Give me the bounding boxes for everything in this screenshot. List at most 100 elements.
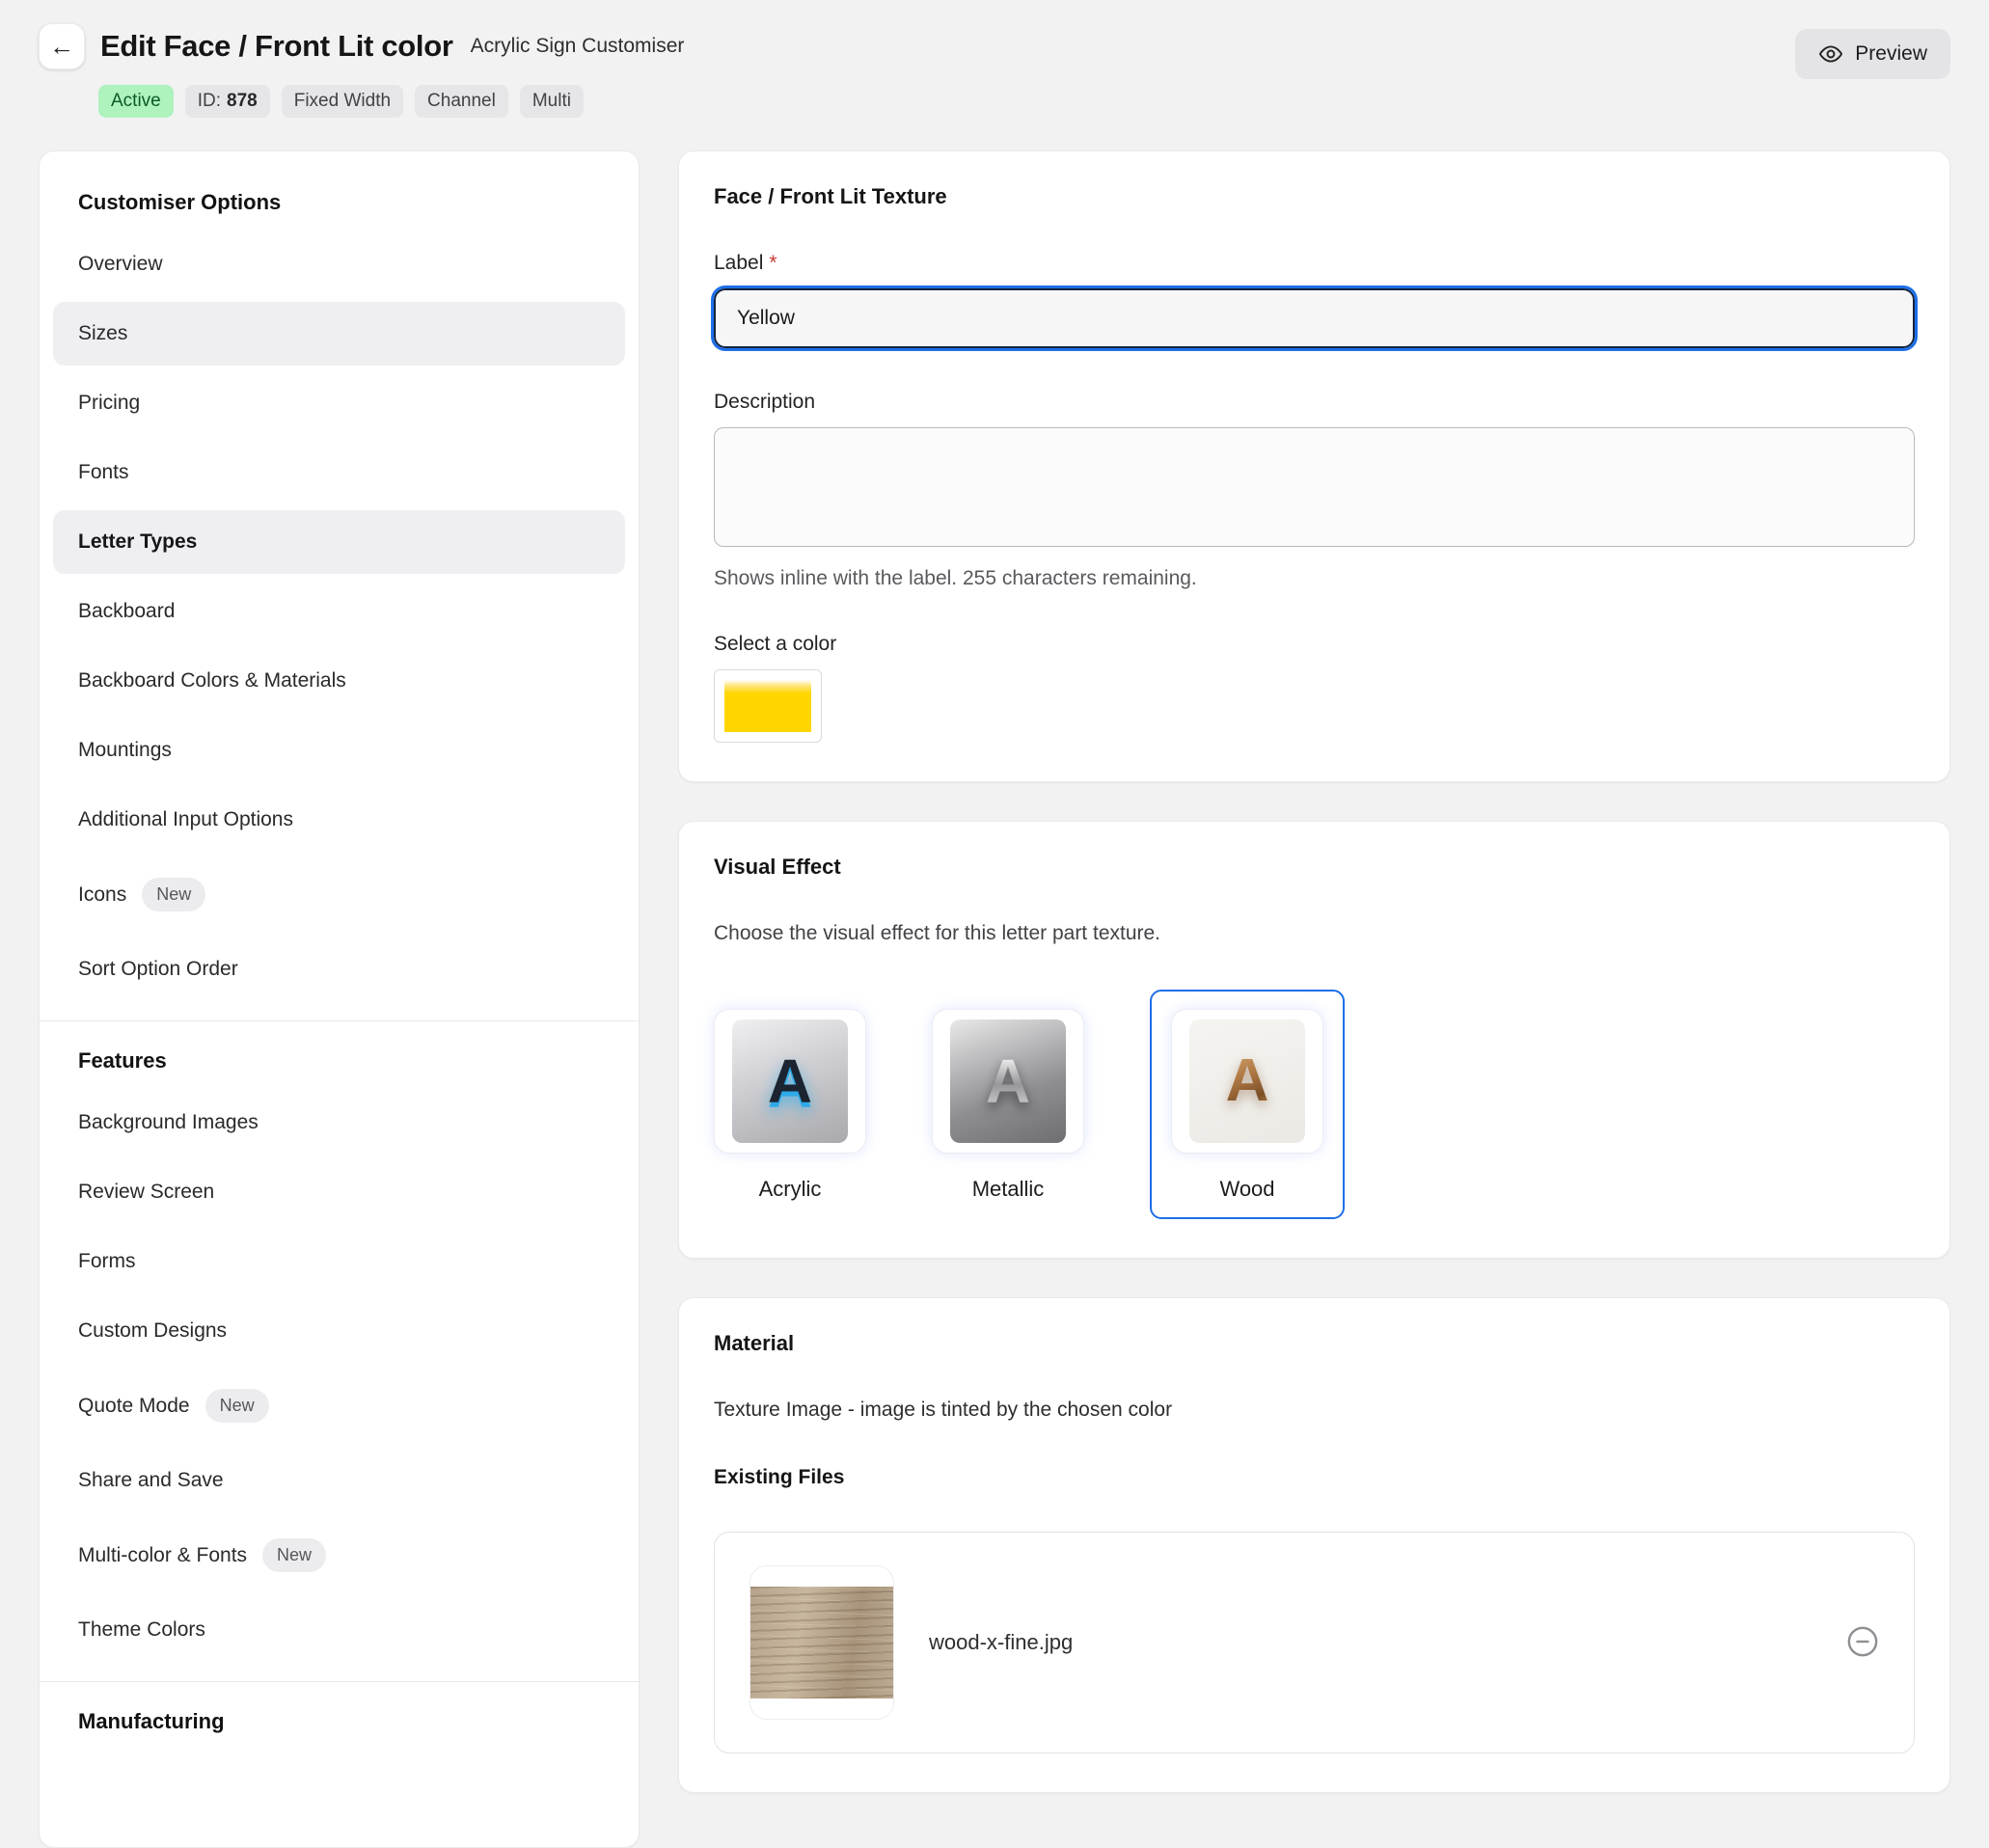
letter-a-glyph: A — [767, 1046, 813, 1116]
material-card: Material Texture Image - image is tinted… — [678, 1297, 1950, 1793]
sidebar-item-label: Theme Colors — [78, 1618, 205, 1641]
eye-icon — [1818, 41, 1843, 67]
sidebar-heading-manufacturing: Manufacturing — [78, 1709, 225, 1733]
wood-thumbnail-frame: A — [1171, 1009, 1323, 1154]
effect-option-wood-selected[interactable]: A Wood — [1150, 990, 1345, 1219]
sidebar-item-label: Share and Save — [78, 1469, 224, 1491]
sidebar-item-multi-color-fonts[interactable]: Multi-color & Fonts New — [53, 1518, 625, 1592]
file-thumbnail-frame — [749, 1565, 894, 1720]
letter-a-glyph: A — [985, 1046, 1031, 1116]
effect-option-label: Wood — [1219, 1177, 1275, 1201]
sidebar-item-quote-mode[interactable]: Quote Mode New — [53, 1369, 625, 1443]
effect-option-label: Acrylic — [758, 1177, 822, 1201]
metallic-thumbnail-frame: A — [932, 1009, 1084, 1154]
sidebar-item-label: Custom Designs — [78, 1319, 228, 1342]
existing-files-heading: Existing Files — [714, 1466, 845, 1488]
sidebar-item-background-images[interactable]: Background Images — [53, 1091, 625, 1155]
label-field-label: Label * — [714, 252, 1915, 275]
sidebar-item-label: Multi-color & Fonts — [78, 1543, 248, 1566]
file-name: wood-x-fine.jpg — [929, 1630, 1074, 1654]
sidebar-item-icons[interactable]: Icons New — [53, 857, 625, 932]
sidebar-item-theme-colors[interactable]: Theme Colors — [53, 1598, 625, 1662]
badge-channel: Channel — [415, 85, 508, 118]
texture-card: Face / Front Lit Texture Label* Descript… — [678, 150, 1950, 782]
new-badge: New — [142, 878, 206, 911]
wood-letter-thumbnail: A — [1189, 1019, 1305, 1143]
sidebar-item-label: Review Screen — [78, 1181, 215, 1203]
sidebar-item-label: Sizes — [78, 322, 128, 344]
sidebar-item-sizes[interactable]: Sizes — [53, 302, 625, 366]
visual-effect-heading: Visual Effect — [714, 855, 841, 879]
new-badge: New — [204, 1389, 269, 1423]
page-subtitle: Acrylic Sign Customiser — [470, 35, 685, 57]
sidebar-divider — [40, 1020, 639, 1021]
new-badge: New — [262, 1538, 327, 1572]
back-button[interactable]: ← — [39, 23, 85, 69]
sidebar-item-custom-designs[interactable]: Custom Designs — [53, 1299, 625, 1363]
app-header: ← Edit Face / Front Lit color Acrylic Si… — [0, 0, 1989, 118]
color-picker-label: Select a color — [714, 633, 837, 655]
sidebar-item-letter-types[interactable]: Letter Types — [53, 510, 625, 574]
badge-multi: Multi — [519, 85, 584, 118]
letter-a-glyph: A — [1225, 1047, 1269, 1114]
acrylic-letter-thumbnail: A — [732, 1019, 848, 1143]
page-root: { "header": { "title": "Edit Face / Fron… — [0, 0, 1989, 1848]
sidebar-item-mountings[interactable]: Mountings — [53, 719, 625, 782]
id-badge: ID: 878 — [184, 85, 270, 118]
sidebar-item-additional-input-options[interactable]: Additional Input Options — [53, 788, 625, 852]
label-text: Label — [714, 252, 764, 274]
description-helper-text: Shows inline with the label. 255 charact… — [714, 567, 1197, 589]
sidebar-item-sort-option-order[interactable]: Sort Option Order — [53, 938, 625, 1001]
acrylic-thumbnail-frame: A — [714, 1009, 866, 1154]
main-column: Face / Front Lit Texture Label* Descript… — [678, 150, 1950, 1793]
effect-option-label: Metallic — [971, 1177, 1045, 1201]
remove-file-button[interactable] — [1846, 1625, 1879, 1661]
sidebar-item-label: Forms — [78, 1250, 136, 1272]
required-asterisk: * — [769, 252, 777, 274]
content: Customiser Options Overview Sizes Pricin… — [0, 150, 1989, 1848]
status-badge-active: Active — [98, 85, 174, 118]
sidebar-divider — [40, 1681, 639, 1682]
material-heading: Material — [714, 1331, 795, 1355]
sidebar-item-backboard-colors-materials[interactable]: Backboard Colors & Materials — [53, 649, 625, 713]
sidebar-item-label: Overview — [78, 253, 163, 275]
sidebar-item-share-and-save[interactable]: Share and Save — [53, 1449, 625, 1512]
sidebar-item-label: Mountings — [78, 739, 172, 761]
title-row: ← Edit Face / Front Lit color Acrylic Si… — [39, 23, 684, 69]
visual-effect-card: Visual Effect Choose the visual effect f… — [678, 821, 1950, 1259]
minus-circle-icon — [1846, 1625, 1879, 1661]
existing-files-box: wood-x-fine.jpg — [714, 1532, 1915, 1753]
page-title: Edit Face / Front Lit color — [100, 29, 453, 63]
sidebar-item-review-screen[interactable]: Review Screen — [53, 1160, 625, 1224]
sidebar-item-forms[interactable]: Forms — [53, 1230, 625, 1293]
sidebar-heading-customiser-options: Customiser Options — [78, 190, 282, 214]
sidebar-item-label: Sort Option Order — [78, 958, 238, 980]
id-badge-label: ID: — [197, 91, 222, 111]
sidebar-item-backboard[interactable]: Backboard — [53, 580, 625, 643]
sidebar-item-pricing[interactable]: Pricing — [53, 371, 625, 435]
description-textarea[interactable] — [714, 427, 1915, 547]
sidebar-item-fonts[interactable]: Fonts — [53, 441, 625, 504]
badge-row: Active ID: 878 Fixed Width Channel Multi — [98, 85, 684, 118]
effect-option-metallic[interactable]: A Metallic — [932, 990, 1084, 1202]
color-swatch-button[interactable] — [714, 669, 822, 743]
sidebar-item-label: Backboard Colors & Materials — [78, 669, 346, 692]
back-arrow-icon: ← — [49, 32, 74, 61]
sidebar-item-label: Backboard — [78, 600, 176, 622]
sidebar-item-label: Quote Mode — [78, 1394, 190, 1417]
visual-effect-description: Choose the visual effect for this letter… — [714, 922, 1161, 944]
file-row: wood-x-fine.jpg — [749, 1565, 1879, 1720]
sidebar-item-label: Additional Input Options — [78, 808, 293, 830]
preview-button[interactable]: Preview — [1795, 29, 1950, 79]
wood-texture-thumbnail — [750, 1587, 893, 1699]
sidebar-item-label: Icons — [78, 883, 127, 906]
color-swatch-fill — [724, 680, 811, 732]
sidebar-heading-features: Features — [78, 1048, 167, 1073]
effect-option-acrylic[interactable]: A Acrylic — [714, 990, 866, 1202]
sidebar-item-overview[interactable]: Overview — [53, 232, 625, 296]
label-input[interactable] — [711, 285, 1918, 351]
badge-fixed-width: Fixed Width — [281, 85, 404, 118]
sidebar: Customiser Options Overview Sizes Pricin… — [39, 150, 640, 1848]
metallic-letter-thumbnail: A — [950, 1019, 1066, 1143]
sidebar-item-label: Background Images — [78, 1111, 259, 1133]
